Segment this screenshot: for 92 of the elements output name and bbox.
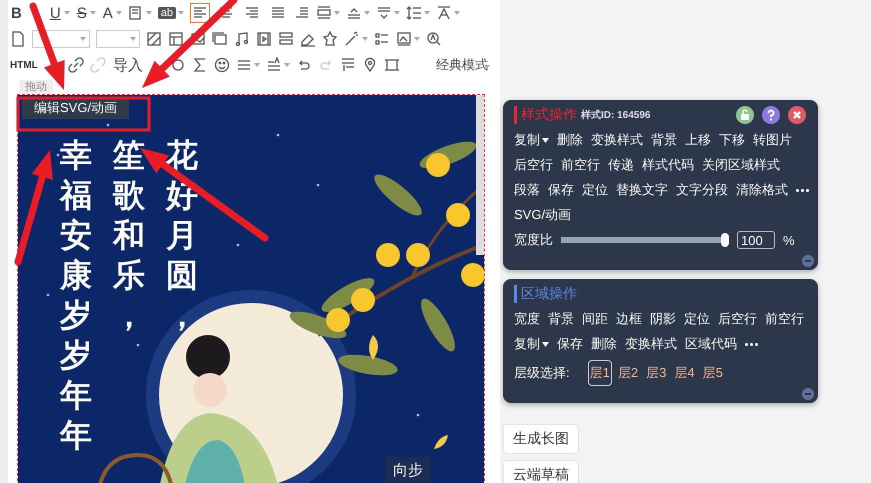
copy-dropdown[interactable]: 复制 bbox=[514, 131, 549, 149]
copy-dropdown[interactable]: 复制 bbox=[514, 335, 549, 353]
magic-wand-icon[interactable] bbox=[344, 31, 360, 47]
help-icon[interactable] bbox=[762, 106, 780, 124]
action-button[interactable]: 前空行 bbox=[561, 156, 600, 174]
import-button[interactable]: 导入 bbox=[112, 56, 144, 74]
line-height-icon[interactable] bbox=[406, 5, 422, 21]
format-icon[interactable] bbox=[340, 57, 356, 73]
slider-thumb[interactable] bbox=[721, 233, 729, 247]
minimize-icon[interactable] bbox=[802, 255, 814, 267]
strikethrough-button[interactable]: S bbox=[76, 4, 88, 22]
action-button[interactable]: 区域代码 bbox=[685, 335, 737, 353]
page-icon[interactable] bbox=[10, 31, 26, 47]
video-icon[interactable] bbox=[256, 31, 272, 47]
image-frame-icon[interactable] bbox=[396, 31, 412, 47]
action-button[interactable]: 保存 bbox=[557, 335, 583, 353]
action-button[interactable]: 上移 bbox=[685, 131, 711, 149]
action-button[interactable]: 后空行 bbox=[718, 310, 757, 328]
poem-line: 幸福安康岁岁年年 bbox=[60, 135, 92, 455]
more-icon[interactable] bbox=[745, 342, 758, 346]
pattern-icon[interactable] bbox=[146, 31, 162, 47]
action-button[interactable]: 文字分段 bbox=[676, 181, 728, 199]
action-button[interactable]: 段落 bbox=[514, 181, 540, 199]
search-text-icon[interactable] bbox=[426, 31, 442, 47]
table-icon[interactable] bbox=[168, 31, 184, 47]
action-button[interactable]: 传递 bbox=[608, 156, 634, 174]
action-button[interactable]: 转图片 bbox=[753, 131, 792, 149]
action-button[interactable]: 定位 bbox=[582, 181, 608, 199]
action-button[interactable]: 删除 bbox=[557, 131, 583, 149]
mode-dropdown[interactable]: 经典模式 bbox=[430, 55, 496, 75]
action-button[interactable]: 阴影 bbox=[650, 310, 676, 328]
action-button[interactable]: 间距 bbox=[582, 310, 608, 328]
action-button[interactable]: 变换样式 bbox=[625, 335, 677, 353]
poem-line: 笙歌和乐， bbox=[113, 135, 145, 335]
action-button[interactable]: 删除 bbox=[591, 335, 617, 353]
image-icon[interactable] bbox=[190, 31, 206, 47]
font-size-icon[interactable] bbox=[436, 5, 452, 21]
side-button[interactable]: 云端草稿 bbox=[503, 460, 579, 483]
layer-label: 层级选择: bbox=[514, 364, 570, 382]
sync-button[interactable]: 向步 bbox=[385, 457, 431, 483]
side-button[interactable]: 生成长图 bbox=[503, 424, 579, 454]
action-button[interactable]: 保存 bbox=[548, 181, 574, 199]
list-icon[interactable] bbox=[374, 31, 390, 47]
action-button[interactable]: 替换文字 bbox=[616, 181, 668, 199]
layout-icon[interactable] bbox=[278, 31, 294, 47]
action-button[interactable]: 前空行 bbox=[765, 310, 804, 328]
close-icon[interactable] bbox=[788, 106, 806, 124]
underline-button[interactable]: U bbox=[48, 4, 62, 22]
highlight-button[interactable]: ab bbox=[158, 7, 176, 19]
style-id: 样式ID: 164596 bbox=[581, 108, 650, 122]
panel-title: 样式操作 bbox=[514, 106, 577, 124]
more-icon[interactable] bbox=[796, 188, 809, 192]
action-button[interactable]: 背景 bbox=[548, 310, 574, 328]
bold-button[interactable]: B bbox=[10, 4, 23, 22]
font-color-button[interactable]: A bbox=[102, 4, 114, 22]
layer-tab[interactable]: 层5 bbox=[700, 360, 725, 386]
lock-icon[interactable] bbox=[736, 106, 754, 124]
action-button[interactable]: 后空行 bbox=[514, 156, 553, 174]
formula-icon[interactable] bbox=[192, 57, 208, 73]
action-button[interactable]: SVG/动画 bbox=[514, 206, 572, 224]
action-button[interactable]: 边框 bbox=[616, 310, 642, 328]
action-button[interactable]: 样式代码 bbox=[642, 156, 694, 174]
caret-icon[interactable] bbox=[542, 138, 549, 144]
unit-label: % bbox=[783, 232, 795, 248]
action-button[interactable]: 背景 bbox=[651, 131, 677, 149]
images-icon[interactable] bbox=[212, 31, 228, 47]
smiley-icon[interactable] bbox=[214, 57, 230, 73]
spacing-icon[interactable] bbox=[376, 5, 392, 21]
layer-tab[interactable]: 层3 bbox=[644, 360, 668, 386]
minimize-icon[interactable] bbox=[802, 388, 814, 400]
action-button[interactable]: 关闭区域样式 bbox=[702, 156, 780, 174]
music-icon[interactable] bbox=[234, 31, 250, 47]
layer-tab[interactable]: 层1 bbox=[588, 360, 612, 386]
scrollbar[interactable] bbox=[476, 95, 484, 255]
outdent-icon[interactable] bbox=[316, 5, 332, 21]
caret-icon[interactable] bbox=[542, 342, 549, 348]
action-button[interactable]: 宽度 bbox=[514, 310, 540, 328]
frame-icon[interactable] bbox=[384, 57, 400, 73]
link-icon[interactable] bbox=[68, 57, 84, 73]
align-button[interactable] bbox=[190, 3, 210, 23]
width-input[interactable]: 100 bbox=[737, 231, 775, 249]
panel-title: 区域操作 bbox=[514, 285, 577, 303]
search-icon[interactable] bbox=[170, 57, 186, 73]
html-button[interactable]: HTML bbox=[10, 60, 38, 70]
action-button[interactable]: 定位 bbox=[684, 310, 710, 328]
action-button[interactable]: 下移 bbox=[719, 131, 745, 149]
layer-tab[interactable]: 层2 bbox=[616, 360, 640, 386]
sort-icon[interactable] bbox=[266, 57, 282, 73]
action-button[interactable]: 变换样式 bbox=[591, 131, 643, 149]
slider-label: 宽度比 bbox=[514, 231, 553, 249]
layer-tab[interactable]: 层4 bbox=[672, 360, 697, 386]
action-button[interactable]: 清除格式 bbox=[736, 181, 788, 199]
